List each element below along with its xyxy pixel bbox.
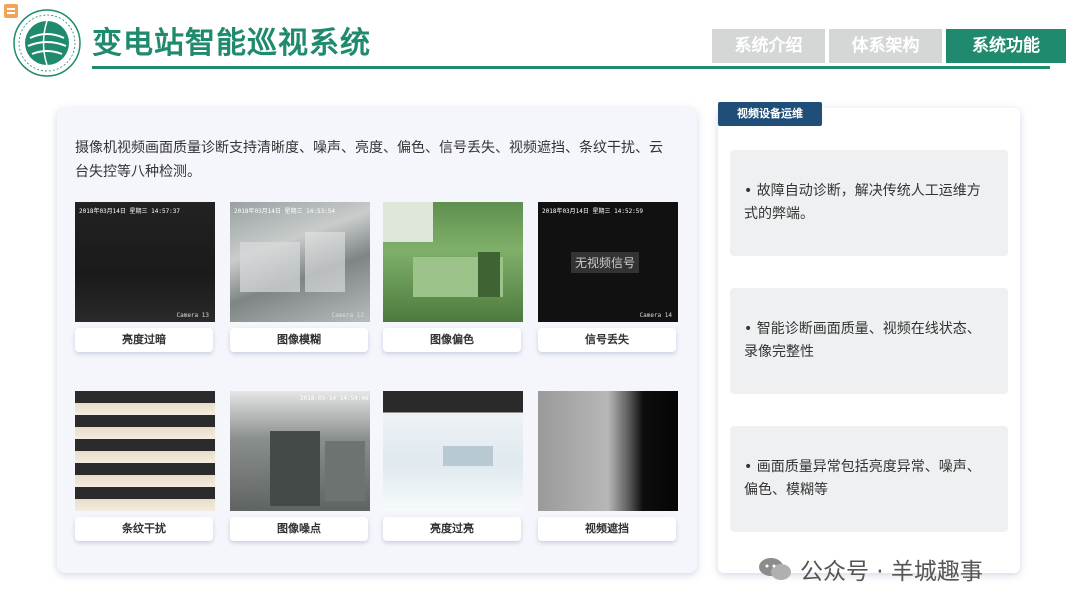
tab-system-intro[interactable]: 系统介绍 bbox=[712, 29, 825, 63]
camera-card-noise: 2018-03-14 14:54:46 图像噪点 bbox=[230, 391, 370, 541]
feature-card: • 故障自动诊断，解决传统人工运维方式的弊端。 bbox=[730, 150, 1008, 256]
camera-card-blur: 2018年03月14日 星期三 14:53:54 Camera 12 图像模糊 bbox=[230, 202, 370, 352]
tab-system-functions[interactable]: 系统功能 bbox=[946, 29, 1066, 63]
no-signal-overlay: 无视频信号 bbox=[571, 252, 640, 273]
camera-label: 图像偏色 bbox=[383, 328, 521, 352]
camera-image-dark: 2018年03月14日 星期三 14:57:37 Camera 13 bbox=[75, 202, 215, 322]
camera-card-dark: 2018年03月14日 星期三 14:57:37 Camera 13 亮度过暗 bbox=[75, 202, 215, 352]
wechat-icon bbox=[759, 558, 791, 580]
maintenance-panel-header: 视频设备运维 bbox=[718, 102, 822, 126]
camera-card-colorcast: 图像偏色 bbox=[383, 202, 523, 352]
feature-card-text: • 画面质量异常包括亮度异常、噪声、偏色、模糊等 bbox=[744, 459, 981, 498]
page-title: 变电站智能巡视系统 bbox=[92, 26, 371, 61]
camera-image-signal-loss: 2018年03月14日 星期三 14:52:59 无视频信号 Camera 14 bbox=[538, 202, 678, 322]
title-divider bbox=[92, 66, 1050, 69]
feature-card-text: • 智能诊断画面质量、视频在线状态、录像完整性 bbox=[744, 321, 981, 360]
tab-architecture[interactable]: 体系架构 bbox=[829, 29, 942, 63]
video-diagnosis-panel: 摄像机视频画面质量诊断支持清晰度、噪声、亮度、偏色、信号丢失、视频遮挡、条纹干扰… bbox=[57, 108, 697, 573]
camera-image-stripes bbox=[75, 391, 215, 511]
feature-card-text: • 故障自动诊断，解决传统人工运维方式的弊端。 bbox=[744, 183, 981, 222]
nav-tabs: 系统介绍 体系架构 系统功能 bbox=[708, 29, 1066, 63]
camera-image-noise: 2018-03-14 14:54:46 bbox=[230, 391, 370, 511]
camera-label: 视频遮挡 bbox=[538, 517, 676, 541]
watermark: 公众号 · 羊城趣事 bbox=[758, 552, 983, 586]
company-logo bbox=[13, 9, 81, 77]
camera-timestamp: 2018年03月14日 星期三 14:53:54 bbox=[234, 208, 336, 215]
camera-timestamp: 2018-03-14 14:54:46 bbox=[300, 395, 369, 402]
camera-id: Camera 14 bbox=[639, 312, 672, 319]
camera-image-occlusion bbox=[538, 391, 678, 511]
camera-timestamp: 2018年03月14日 星期三 14:57:37 bbox=[79, 208, 181, 215]
camera-card-overexposed: 亮度过亮 bbox=[383, 391, 523, 541]
camera-image-blur: 2018年03月14日 星期三 14:53:54 Camera 12 bbox=[230, 202, 370, 322]
camera-label: 图像模糊 bbox=[230, 328, 368, 352]
camera-card-occlusion: 视频遮挡 bbox=[538, 391, 678, 541]
feature-card: • 画面质量异常包括亮度异常、噪声、偏色、模糊等 bbox=[730, 426, 1008, 532]
camera-image-colorcast bbox=[383, 202, 523, 322]
camera-label: 亮度过暗 bbox=[75, 328, 213, 352]
maintenance-panel: 视频设备运维 • 故障自动诊断，解决传统人工运维方式的弊端。 • 智能诊断画面质… bbox=[718, 102, 1020, 573]
camera-timestamp: 2018年03月14日 星期三 14:52:59 bbox=[542, 208, 644, 215]
camera-id: Camera 12 bbox=[331, 312, 364, 319]
camera-label: 图像噪点 bbox=[230, 517, 368, 541]
camera-card-signal-loss: 2018年03月14日 星期三 14:52:59 无视频信号 Camera 14… bbox=[538, 202, 678, 352]
intro-text: 摄像机视频画面质量诊断支持清晰度、噪声、亮度、偏色、信号丢失、视频遮挡、条纹干扰… bbox=[75, 140, 663, 180]
camera-id: Camera 13 bbox=[176, 312, 209, 319]
camera-image-overexposed bbox=[383, 391, 523, 511]
camera-card-stripes: 条纹干扰 bbox=[75, 391, 215, 541]
feature-card: • 智能诊断画面质量、视频在线状态、录像完整性 bbox=[730, 288, 1008, 394]
camera-label: 信号丢失 bbox=[538, 328, 676, 352]
watermark-text: 公众号 · 羊城趣事 bbox=[800, 559, 983, 585]
camera-label: 亮度过亮 bbox=[383, 517, 521, 541]
camera-label: 条纹干扰 bbox=[75, 517, 213, 541]
